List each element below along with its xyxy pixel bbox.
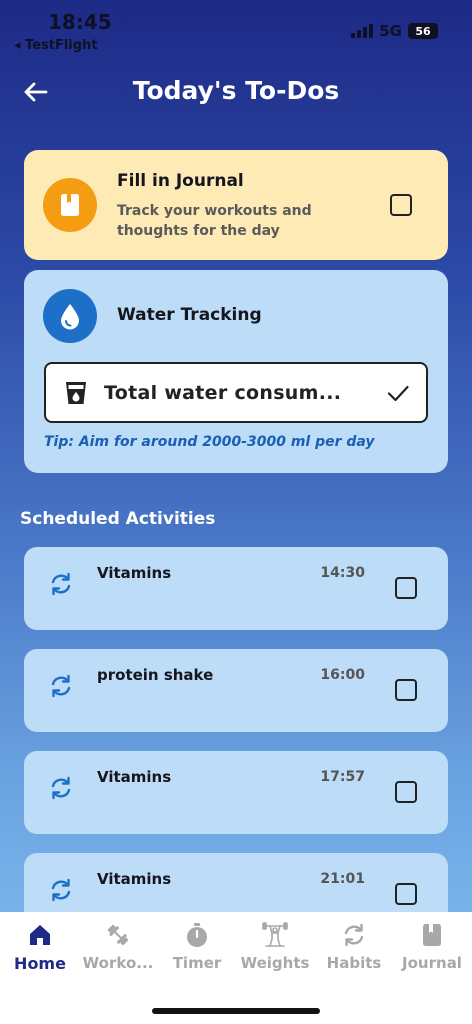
activity-time: 14:30: [320, 565, 365, 581]
water-icon-circle: [43, 289, 97, 343]
battery-icon: 56: [408, 23, 438, 39]
home-icon: [30, 925, 50, 945]
page-title: Today's To-Dos: [132, 76, 340, 105]
tab-home[interactable]: Home: [0, 922, 80, 973]
water-title: Water Tracking: [117, 305, 262, 325]
repeat-icon: [51, 878, 71, 902]
network-type: 5G: [379, 22, 402, 40]
tab-workouts[interactable]: Worko...: [78, 922, 158, 972]
tab-weights[interactable]: Weights: [235, 922, 315, 972]
tab-label: Home: [14, 954, 66, 973]
cup-icon: [66, 382, 86, 404]
journal-card[interactable]: Fill in Journal Track your workouts and …: [24, 150, 448, 260]
water-tip: Tip: Aim for around 2000-3000 ml per day: [44, 434, 375, 450]
tab-label: Weights: [240, 954, 310, 972]
tab-label: Journal: [402, 954, 462, 972]
repeat-icon: [344, 923, 364, 947]
activity-time: 21:01: [320, 871, 365, 887]
scheduled-activities-title: Scheduled Activities: [20, 509, 216, 529]
weightlifter-icon: [262, 922, 288, 947]
tab-journal[interactable]: Journal: [392, 922, 472, 972]
tab-timer[interactable]: Timer: [157, 922, 237, 972]
stopwatch-icon: [187, 923, 207, 947]
activity-checkbox[interactable]: [395, 781, 417, 803]
tab-label: Timer: [172, 954, 222, 972]
tab-label: Habits: [326, 954, 382, 972]
home-indicator[interactable]: [152, 1008, 320, 1014]
water-input-value: Total water consum...: [104, 382, 342, 404]
journal-title: Fill in Journal: [117, 171, 244, 191]
activity-name: protein shake: [97, 666, 214, 684]
journal-checkbox[interactable]: [390, 194, 412, 216]
repeat-icon: [51, 572, 71, 596]
battery-level: 56: [415, 24, 431, 38]
status-indicators: 5G 56: [351, 22, 438, 40]
repeat-icon: [51, 674, 71, 698]
book-icon: [61, 194, 79, 216]
book-icon: [423, 924, 441, 946]
water-drop-icon: [61, 304, 79, 330]
testflight-back-link[interactable]: ◂ TestFlight: [14, 38, 98, 53]
activity-checkbox[interactable]: [395, 577, 417, 599]
activity-row[interactable]: protein shake 16:00: [24, 649, 448, 732]
tab-label: Worko...: [82, 954, 154, 972]
activity-checkbox[interactable]: [395, 679, 417, 701]
water-consumed-input[interactable]: Total water consum...: [44, 362, 428, 423]
activity-name: Vitamins: [97, 870, 172, 888]
activity-name: Vitamins: [97, 564, 172, 582]
activity-row[interactable]: Vitamins 17:57: [24, 751, 448, 834]
repeat-icon: [51, 776, 71, 800]
activity-name: Vitamins: [97, 768, 172, 786]
water-tracking-card: Water Tracking Total water consum... Tip…: [24, 270, 448, 473]
dumbbell-icon: [107, 924, 129, 946]
tab-habits[interactable]: Habits: [314, 922, 394, 972]
activity-time: 16:00: [320, 667, 365, 683]
activity-checkbox[interactable]: [395, 883, 417, 905]
confirm-check-icon[interactable]: [386, 381, 410, 405]
app-screen: 18:45 ◂ TestFlight 5G 56 Today's To-Dos …: [0, 0, 472, 912]
activity-row[interactable]: Vitamins 21:01: [24, 853, 448, 912]
journal-icon-circle: [43, 178, 97, 232]
activity-row[interactable]: Vitamins 14:30: [24, 547, 448, 630]
signal-icon: [351, 24, 374, 38]
status-time: 18:45: [48, 10, 112, 34]
journal-subtitle: Track your workouts and thoughts for the…: [117, 203, 312, 239]
activity-time: 17:57: [320, 769, 365, 785]
